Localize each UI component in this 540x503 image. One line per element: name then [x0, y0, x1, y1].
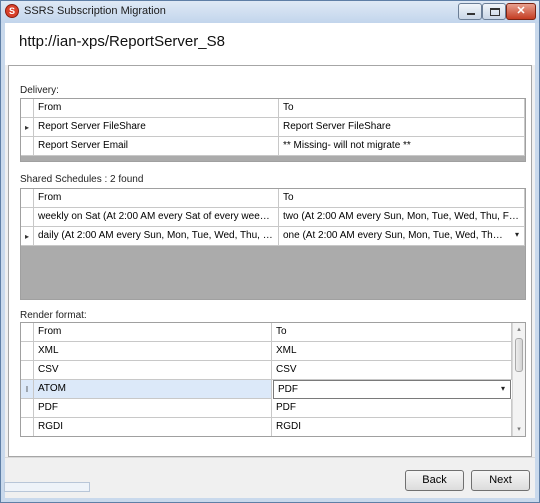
render-format-grid[interactable]: From To XML XML CSV CSV I ATOM PDF ▾ PDF…	[20, 322, 526, 437]
schedule-to-dropdown[interactable]: one (At 2:00 AM every Sun, Mon, Tue, Wed…	[279, 227, 525, 246]
edit-row-icon: I	[21, 380, 34, 399]
row-indicator	[21, 137, 34, 156]
render-to-cell[interactable]: RGDI	[272, 418, 512, 436]
column-header-to[interactable]: To	[279, 189, 525, 208]
table-row[interactable]: XML XML	[21, 342, 512, 361]
column-header-from[interactable]: From	[34, 99, 279, 118]
back-button[interactable]: Back	[405, 470, 464, 491]
render-to-cell[interactable]: XML	[272, 342, 512, 361]
row-header-corner	[21, 323, 34, 342]
server-url: http://ian-xps/ReportServer_S8	[19, 33, 225, 50]
table-row[interactable]: Report Server Email ** Missing- will not…	[21, 137, 525, 156]
render-to-value: PDF	[278, 384, 298, 395]
delivery-label: Delivery:	[20, 85, 59, 96]
row-header-corner	[21, 189, 34, 208]
schedules-grid[interactable]: From To weekly on Sat (At 2:00 AM every …	[20, 188, 526, 300]
column-header-from[interactable]: From	[34, 189, 279, 208]
column-header-to[interactable]: To	[279, 99, 525, 118]
wizard-client-area: http://ian-xps/ReportServer_S8 Delivery:…	[5, 23, 535, 498]
wizard-header: http://ian-xps/ReportServer_S8	[5, 23, 535, 65]
row-indicator	[21, 418, 34, 436]
delivery-from-cell[interactable]: Report Server FileShare	[34, 118, 279, 137]
schedules-header-row: From To	[21, 189, 525, 208]
table-row[interactable]: weekly on Sat (At 2:00 AM every Sat of e…	[21, 208, 525, 227]
scroll-up-icon[interactable]: ▴	[513, 323, 525, 336]
schedules-label: Shared Schedules : 2 found	[20, 174, 144, 185]
current-row-icon: ▸	[21, 118, 34, 137]
render-format-scrollbar[interactable]: ▴ ▾	[512, 323, 525, 436]
render-from-cell[interactable]: XML	[34, 342, 272, 361]
column-header-from[interactable]: From	[34, 323, 272, 342]
close-icon: ✕	[516, 5, 526, 17]
chevron-down-icon[interactable]: ▾	[515, 230, 519, 239]
row-indicator	[21, 399, 34, 418]
render-to-cell[interactable]: CSV	[272, 361, 512, 380]
maximize-button[interactable]	[482, 3, 506, 20]
render-from-cell[interactable]: PDF	[34, 399, 272, 418]
next-button[interactable]: Next	[471, 470, 530, 491]
delivery-from-cell[interactable]: Report Server Email	[34, 137, 279, 156]
scrollbar-thumb[interactable]	[515, 338, 523, 372]
minimize-icon	[467, 13, 475, 15]
title-bar[interactable]: S SSRS Subscription Migration ✕	[1, 1, 539, 23]
render-from-cell[interactable]: CSV	[34, 361, 272, 380]
render-to-dropdown[interactable]: PDF ▾	[273, 380, 511, 399]
table-row[interactable]: ▸ daily (At 2:00 AM every Sun, Mon, Tue,…	[21, 227, 525, 246]
table-row[interactable]: ▸ Report Server FileShare Report Server …	[21, 118, 525, 137]
render-to-cell[interactable]: PDF	[272, 399, 512, 418]
window-title: SSRS Subscription Migration	[24, 5, 166, 17]
render-from-cell[interactable]: ATOM	[34, 380, 272, 399]
close-button[interactable]: ✕	[506, 3, 536, 20]
delivery-header-row: From To	[21, 99, 525, 118]
table-row[interactable]: PDF PDF	[21, 399, 512, 418]
table-row[interactable]: RGDI RGDI	[21, 418, 512, 436]
minimize-button[interactable]	[458, 3, 482, 20]
table-row[interactable]: CSV CSV	[21, 361, 512, 380]
delivery-to-cell[interactable]: Report Server FileShare	[279, 118, 525, 137]
schedule-from-cell[interactable]: weekly on Sat (At 2:00 AM every Sat of e…	[34, 208, 279, 227]
chevron-down-icon[interactable]: ▾	[501, 384, 505, 393]
app-window: S SSRS Subscription Migration ✕ http://i…	[0, 0, 540, 503]
delivery-to-cell[interactable]: ** Missing- will not migrate **	[279, 137, 525, 156]
delivery-grid[interactable]: From To ▸ Report Server FileShare Report…	[20, 98, 526, 162]
schedule-from-cell[interactable]: daily (At 2:00 AM every Sun, Mon, Tue, W…	[34, 227, 279, 246]
schedule-to-cell[interactable]: two (At 2:00 AM every Sun, Mon, Tue, Wed…	[279, 208, 525, 227]
render-from-cell[interactable]: RGDI	[34, 418, 272, 436]
column-header-to[interactable]: To	[272, 323, 512, 342]
status-progress-bar	[4, 482, 90, 492]
maximize-icon	[490, 8, 500, 16]
ssrs-app-icon: S	[5, 4, 19, 18]
mapping-panel: Delivery: From To ▸ Report Server FileSh…	[8, 65, 532, 457]
scroll-down-icon[interactable]: ▾	[513, 423, 525, 436]
render-format-label: Render format:	[20, 310, 87, 321]
current-row-icon: ▸	[21, 227, 34, 246]
table-row[interactable]: I ATOM PDF ▾	[21, 380, 512, 399]
render-header-row: From To	[21, 323, 512, 342]
row-header-corner	[21, 99, 34, 118]
row-indicator	[21, 361, 34, 380]
schedule-to-value: one (At 2:00 AM every Sun, Mon, Tue, Wed…	[283, 230, 524, 241]
row-indicator	[21, 342, 34, 361]
row-indicator	[21, 208, 34, 227]
